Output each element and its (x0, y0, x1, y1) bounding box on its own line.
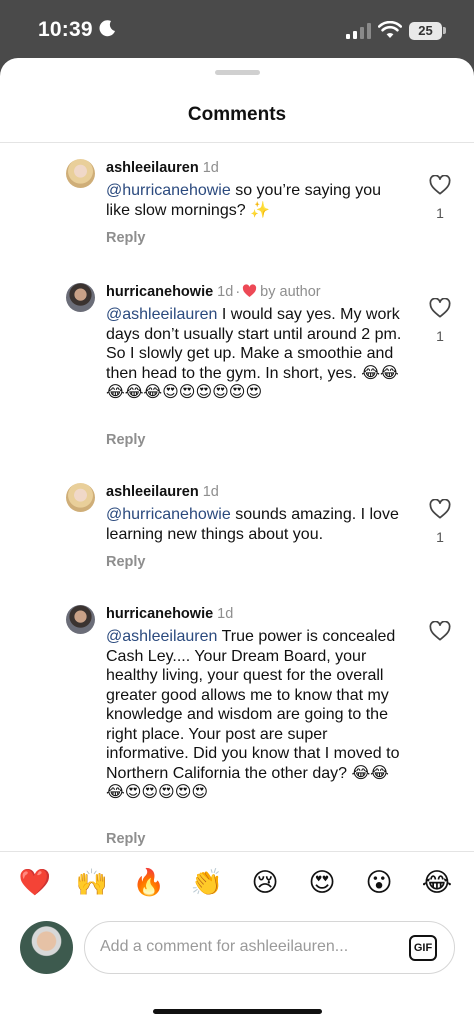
avatar[interactable] (66, 283, 95, 312)
wifi-icon (378, 21, 402, 38)
avatar[interactable] (66, 605, 95, 634)
comment-mention[interactable]: @ashleeilauren (106, 628, 217, 645)
comment-item: ashleeilauren 1d @hurricanehowie sounds a… (0, 483, 474, 579)
home-indicator (153, 1009, 322, 1014)
reaction-fire[interactable]: 🔥 (132, 866, 166, 900)
comment-text: @ashleeilauren I would say yes. My work … (106, 305, 406, 403)
comment-input[interactable]: Add a comment for ashleeilauren... GIF (84, 921, 455, 974)
composer-divider (0, 851, 474, 852)
comment-header: ashleeilauren 1d (106, 159, 219, 177)
comment-input-placeholder: Add a comment for ashleeilauren... (100, 938, 349, 955)
like-count: 1 (436, 205, 444, 221)
comment-text: @hurricanehowie so you’re saying you lik… (106, 181, 406, 220)
title-divider (0, 142, 474, 143)
reaction-heart-eyes[interactable]: 😍 (305, 866, 339, 900)
reaction-crying[interactable]: 😢 (248, 866, 282, 900)
comment-header: hurricanehowie 1d (106, 605, 233, 623)
comment-header: hurricanehowie 1d · by author (106, 283, 321, 301)
separator-dot: · (235, 284, 241, 300)
avatar[interactable] (66, 159, 95, 188)
reaction-raised-hands[interactable]: 🙌 (75, 866, 109, 900)
current-user-avatar[interactable] (20, 921, 73, 974)
quick-reactions-bar: ❤️ 🙌 🔥 👏 😢 😍 😮 😂 (0, 866, 474, 906)
avatar[interactable] (66, 483, 95, 512)
sheet-title: Comments (187, 104, 287, 125)
reaction-laughing[interactable]: 😂 (420, 866, 454, 900)
comment-item: ashleeilauren 1d @hurricanehowie so you’r… (0, 159, 474, 254)
reply-button[interactable]: Reply (106, 554, 146, 570)
comment-body: True power is concealed Cash Ley.... You… (106, 628, 400, 801)
comment-time: 1d (217, 284, 234, 300)
comment-username[interactable]: ashleeilauren (106, 160, 199, 176)
comment-time: 1d (217, 606, 234, 622)
comment-header: ashleeilauren 1d (106, 483, 219, 501)
cellular-signal-icon (346, 23, 371, 39)
author-heart-icon (243, 284, 257, 297)
comment-username[interactable]: ashleeilauren (106, 484, 199, 500)
comment-item: hurricanehowie 1d · by author @ashleeilaure… (0, 283, 474, 453)
status-bar: 10:39 25 (0, 0, 474, 60)
reaction-heart[interactable]: ❤️ (18, 866, 52, 900)
heart-icon[interactable] (429, 298, 451, 318)
reply-button[interactable]: Reply (106, 831, 146, 847)
battery-nub (443, 27, 446, 34)
reaction-clapping[interactable]: 👏 (190, 866, 224, 900)
comment-time: 1d (202, 484, 219, 500)
like-count: 1 (436, 328, 444, 344)
comment-text: @hurricanehowie sounds amazing. I love l… (106, 505, 406, 544)
author-badge: by author (260, 284, 321, 300)
reply-button[interactable]: Reply (106, 230, 146, 246)
sheet-grabber[interactable] (215, 70, 260, 75)
status-time: 10:39 (38, 18, 93, 41)
battery-indicator: 25 (409, 22, 442, 40)
gif-button[interactable]: GIF (409, 935, 437, 961)
heart-icon[interactable] (429, 499, 451, 519)
like-count: 1 (436, 529, 444, 545)
reply-button[interactable]: Reply (106, 432, 146, 448)
comment-text: @ashleeilauren True power is concealed C… (106, 627, 406, 803)
comment-mention[interactable]: @hurricanehowie (106, 182, 231, 199)
heart-icon[interactable] (429, 175, 451, 195)
comment-time: 1d (202, 160, 219, 176)
comment-mention[interactable]: @hurricanehowie (106, 506, 231, 523)
comment-item: hurricanehowie 1d @ashleeilauren True pow… (0, 605, 474, 850)
comment-username[interactable]: hurricanehowie (106, 606, 213, 622)
comments-sheet: Comments ashleeilauren 1d @hurricanehowie… (0, 58, 474, 1025)
comment-mention[interactable]: @ashleeilauren (106, 306, 217, 323)
moon-icon (99, 20, 115, 37)
comment-username[interactable]: hurricanehowie (106, 284, 213, 300)
reaction-surprised[interactable]: 😮 (362, 866, 396, 900)
heart-icon[interactable] (429, 621, 451, 641)
